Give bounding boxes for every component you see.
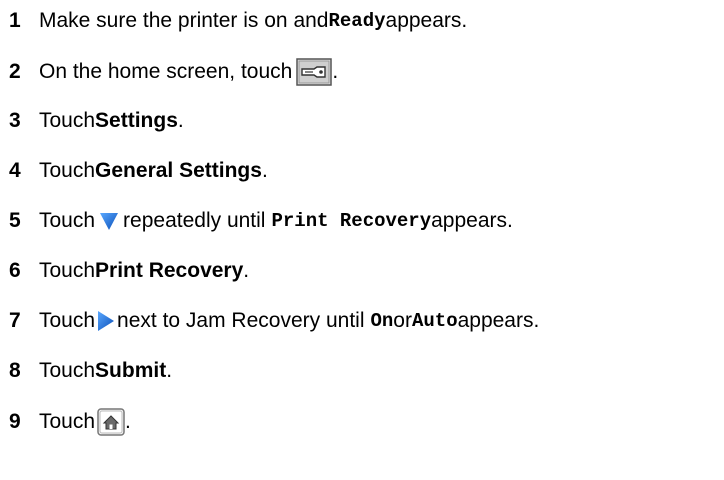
step-text: appears. [385, 9, 468, 32]
step-text: . [125, 410, 131, 433]
step-4: 4 Touch General Settings . [9, 158, 268, 184]
step-number: 7 [9, 309, 21, 332]
step-number: 1 [9, 9, 21, 32]
step-text: Make sure the printer is on and [39, 9, 329, 32]
right-arrow-icon [97, 310, 115, 332]
step-5: 5 Touch repeatedly until Print Recovery … [9, 208, 513, 234]
general-settings-label: General Settings [95, 159, 262, 182]
step-number: 4 [9, 159, 21, 182]
step-text: appears. [431, 209, 513, 232]
submit-label: Submit [95, 359, 167, 382]
step-text: Touch [39, 359, 96, 382]
step-text: or [393, 309, 412, 332]
on-option-text: On [370, 310, 394, 332]
step-7: 7 Touch next to Jam Recovery until On or… [9, 308, 539, 334]
ready-status-text: Ready [328, 10, 386, 32]
step-2: 2 On the home screen, touch . [9, 58, 338, 86]
step-number: 9 [9, 410, 21, 433]
step-text: Touch [39, 109, 96, 132]
settings-label: Settings [95, 109, 178, 132]
print-recovery-menu-text: Print Recovery [271, 210, 432, 232]
down-arrow-icon [99, 211, 119, 231]
step-number: 8 [9, 359, 21, 382]
step-text: . [261, 159, 268, 182]
step-3: 3 Touch Settings . [9, 108, 184, 134]
step-number: 2 [9, 60, 21, 83]
step-6: 6 Touch Print Recovery . [9, 258, 249, 284]
step-9: 9 Touch . [9, 408, 131, 436]
step-text: Touch [39, 259, 96, 282]
home-icon [97, 408, 125, 436]
step-1: 1 Make sure the printer is on and Ready … [9, 8, 467, 34]
step-number: 6 [9, 259, 21, 282]
step-text: Touch [39, 309, 96, 332]
step-number: 5 [9, 209, 21, 232]
step-number: 3 [9, 109, 21, 132]
auto-option-text: Auto [411, 310, 458, 332]
step-text: On the home screen, touch [39, 60, 293, 83]
step-text: . [177, 109, 184, 132]
step-text: . [166, 359, 173, 382]
step-text: next to Jam Recovery until [117, 309, 365, 332]
menu-key-icon [296, 58, 333, 86]
step-8: 8 Touch Submit . [9, 358, 172, 384]
step-text: . [243, 259, 250, 282]
step-text: Touch [39, 209, 96, 232]
print-recovery-label: Print Recovery [95, 259, 244, 282]
step-text: Touch [39, 410, 96, 433]
step-text: appears. [457, 309, 540, 332]
step-text: repeatedly until [123, 209, 266, 232]
step-text: . [332, 60, 339, 83]
step-text: Touch [39, 159, 96, 182]
